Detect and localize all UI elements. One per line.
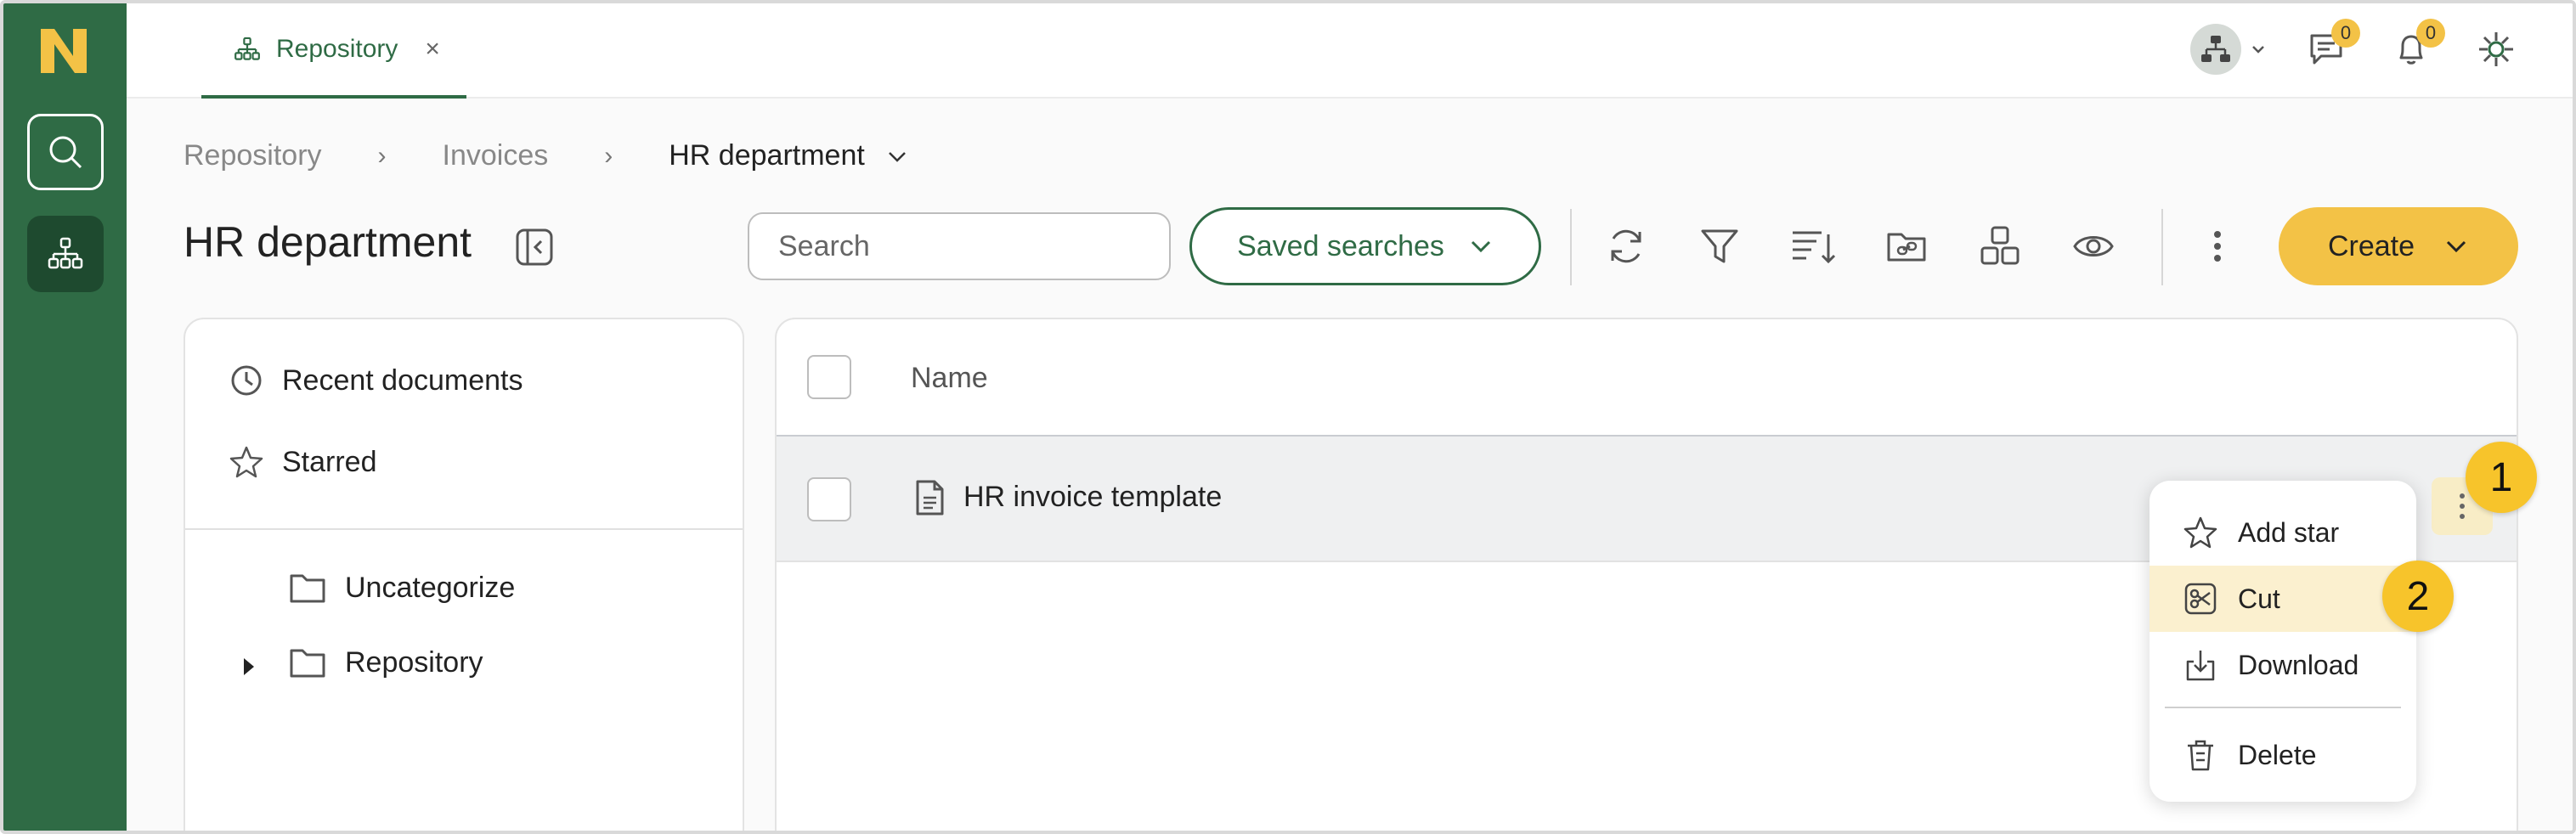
sidebar-item-starred[interactable]: Starred — [229, 445, 377, 479]
folder-label: Uncategorize — [345, 571, 516, 604]
linked-folder-icon — [1887, 233, 1926, 262]
sort-button[interactable] — [1788, 221, 1839, 272]
table-header: Name — [777, 319, 2517, 437]
folder-uncategorize[interactable]: Uncategorize — [289, 571, 515, 605]
sidebar-item-label: Recent documents — [282, 363, 523, 397]
document-icon — [916, 480, 944, 516]
messages-button[interactable]: 0 — [2301, 19, 2360, 75]
document-name[interactable]: HR invoice template — [963, 481, 1222, 514]
column-header-name[interactable]: Name — [911, 362, 988, 395]
top-bar: Repository × 0 0 — [127, 3, 2573, 99]
toolbar-divider — [2161, 209, 2163, 285]
search-input[interactable] — [778, 229, 1155, 263]
app-logo[interactable] — [39, 27, 90, 75]
create-label: Create — [2327, 229, 2415, 262]
context-menu: Add star Cut Download Delete — [2149, 481, 2416, 802]
tab-label: Repository — [276, 35, 398, 63]
row-checkbox[interactable] — [807, 477, 851, 521]
menu-item-download[interactable]: Download — [2149, 632, 2416, 698]
folder-icon — [290, 649, 325, 678]
select-all-checkbox[interactable] — [807, 355, 851, 399]
filter-button[interactable] — [1694, 221, 1745, 272]
more-vertical-icon — [2460, 493, 2465, 519]
chevron-down-icon — [2252, 46, 2264, 54]
breadcrumb-separator: › — [377, 141, 387, 170]
workspace-switcher[interactable] — [2190, 24, 2267, 75]
navigation-panel: Recent documents Starred Uncategorize Re… — [184, 318, 744, 831]
sidebar-item-recent-documents[interactable]: Recent documents — [229, 363, 523, 397]
more-vertical-icon — [2214, 231, 2221, 262]
star-icon — [2183, 516, 2217, 549]
notifications-button[interactable]: 0 — [2386, 19, 2445, 75]
trash-icon — [2188, 740, 2213, 771]
menu-item-cut[interactable]: Cut — [2149, 566, 2416, 632]
saved-searches-label: Saved searches — [1237, 229, 1444, 262]
chevron-down-icon — [1471, 240, 1490, 253]
rail-search-button[interactable] — [27, 114, 104, 190]
app-window: Repository × 0 0 Repository › Invoices ›… — [0, 0, 2576, 834]
star-icon — [229, 446, 263, 478]
view-layout-button[interactable] — [1974, 221, 2025, 272]
breadcrumb-invoices[interactable]: Invoices — [443, 139, 549, 172]
menu-item-label: Download — [2238, 649, 2359, 680]
breadcrumb-current[interactable]: HR department — [669, 139, 865, 172]
toolbar-divider — [1570, 209, 1572, 285]
top-actions: 0 0 — [2190, 19, 2522, 76]
eye-icon — [2073, 236, 2114, 256]
network-settings-icon — [2479, 32, 2513, 66]
settings-button[interactable] — [2471, 24, 2522, 75]
left-rail — [3, 3, 127, 831]
sidebar-item-label: Starred — [282, 445, 377, 478]
step-callout-1: 1 — [2466, 442, 2537, 513]
search-icon — [49, 136, 82, 169]
messages-badge: 0 — [2331, 19, 2360, 48]
step-callout-2: 2 — [2382, 561, 2454, 632]
avatar — [2190, 24, 2241, 75]
chevron-down-icon[interactable] — [885, 144, 909, 168]
tab-repository[interactable]: Repository × — [201, 3, 466, 99]
page-title: HR department — [184, 218, 472, 266]
menu-item-label: Cut — [2238, 583, 2280, 614]
download-icon — [2186, 651, 2215, 681]
breadcrumb: Repository › Invoices › HR department — [184, 139, 909, 172]
clock-icon — [231, 365, 262, 396]
sort-icon — [1793, 231, 1836, 264]
rail-repository-button[interactable] — [27, 216, 104, 292]
linked-folder-button[interactable] — [1881, 221, 1932, 272]
more-actions-button[interactable] — [2192, 221, 2243, 272]
breadcrumb-separator: › — [604, 141, 613, 170]
menu-item-label: Add star — [2238, 516, 2340, 548]
breadcrumb-repository[interactable]: Repository — [184, 139, 322, 172]
folder-repository[interactable]: Repository — [289, 645, 483, 679]
tab-close-button[interactable]: × — [425, 35, 440, 64]
refresh-button[interactable] — [1601, 221, 1652, 272]
chevron-down-icon — [2446, 240, 2466, 253]
sidebar-divider — [185, 528, 743, 530]
menu-item-label: Delete — [2238, 739, 2317, 770]
notifications-badge: 0 — [2416, 19, 2445, 48]
create-button[interactable]: Create — [2279, 207, 2518, 285]
folder-label: Repository — [345, 645, 483, 679]
menu-divider — [2165, 707, 2401, 708]
caret-right-icon[interactable] — [241, 656, 257, 678]
shapes-icon — [1980, 226, 2020, 265]
network-icon — [2201, 36, 2230, 62]
collapse-sidebar-icon[interactable] — [515, 228, 554, 267]
scissors-icon — [2184, 583, 2217, 615]
menu-item-add-star[interactable]: Add star — [2149, 499, 2416, 566]
hierarchy-icon — [48, 237, 83, 269]
preview-button[interactable] — [2068, 221, 2119, 272]
menu-item-delete[interactable]: Delete — [2149, 722, 2416, 788]
hierarchy-icon — [234, 37, 260, 60]
search-field[interactable] — [748, 212, 1171, 280]
refresh-icon — [1611, 229, 1641, 263]
filter-icon — [1701, 229, 1738, 263]
folder-icon — [290, 574, 325, 603]
saved-searches-button[interactable]: Saved searches — [1189, 207, 1541, 285]
